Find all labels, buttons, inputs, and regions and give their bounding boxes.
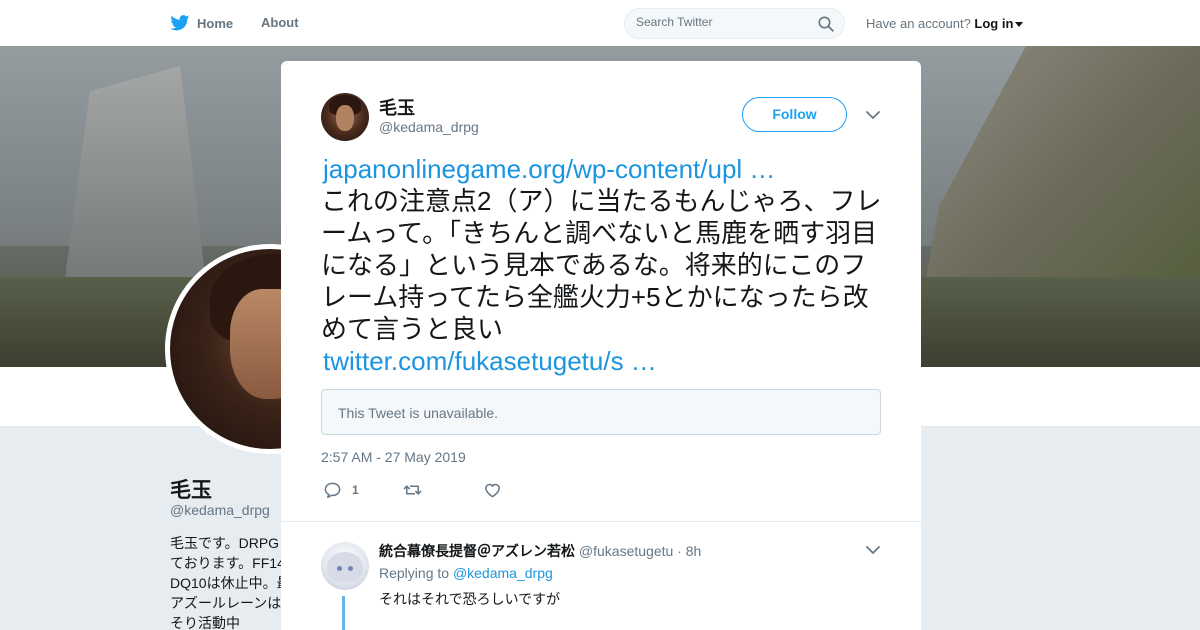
author-avatar[interactable] — [321, 93, 369, 141]
chevron-down-icon[interactable] — [865, 109, 881, 121]
tweet-actions: 1 — [321, 481, 621, 501]
avatar-face — [336, 105, 354, 131]
tweet-link-2[interactable]: twitter.com/fukasetugetu/s … — [321, 345, 886, 377]
reply-author-handle[interactable]: @fukasetugetu — [579, 543, 673, 559]
tweet-link-1[interactable]: japanonlinegame.org/wp-content/upl … — [321, 153, 886, 185]
avatar-hair — [327, 552, 363, 582]
chevron-down-icon[interactable] — [865, 544, 881, 556]
tweet-body: これの注意点2（ア）に当たるもんじゃろ、フレームって。「きちんと調べないと馬鹿を… — [321, 186, 882, 344]
avatar-eye — [337, 566, 342, 571]
reply-header: 統合幕僚長提督＠アズレン若松 @fukasetugetu · 8h — [379, 541, 701, 561]
tweet-modal: 毛玉 @kedama_drpg Follow japanonlinegame.o… — [281, 61, 921, 630]
like-button[interactable] — [483, 481, 502, 499]
reply-time[interactable]: · 8h — [677, 543, 701, 559]
author-name[interactable]: 毛玉 — [379, 94, 415, 120]
follow-button[interactable]: Follow — [742, 97, 847, 132]
tweet-text: japanonlinegame.org/wp-content/upl … これの… — [321, 153, 886, 377]
avatar-eye — [348, 566, 353, 571]
tweet-timestamp[interactable]: 2:57 AM - 27 May 2019 — [321, 449, 466, 465]
replying-handle-link[interactable]: @kedama_drpg — [453, 565, 553, 581]
retweet-button[interactable] — [403, 481, 422, 499]
heart-icon — [485, 483, 500, 498]
retweet-icon — [403, 485, 422, 495]
reply-count: 1 — [352, 483, 359, 497]
reply-author-avatar[interactable] — [321, 542, 369, 590]
divider — [281, 521, 921, 522]
reply-button[interactable]: 1 — [323, 481, 359, 499]
thread-line — [342, 596, 345, 630]
replying-prefix: Replying to — [379, 565, 450, 581]
author-handle[interactable]: @kedama_drpg — [379, 119, 479, 135]
reply-icon — [324, 482, 341, 499]
quoted-tweet-unavailable: This Tweet is unavailable. — [321, 389, 881, 435]
reply-author-name[interactable]: 統合幕僚長提督＠アズレン若松 — [379, 543, 575, 559]
close-icon[interactable] — [1155, 13, 1177, 35]
reply-text: それはそれで恐ろしいですが — [379, 591, 561, 607]
replying-to: Replying to @kedama_drpg — [379, 565, 553, 581]
